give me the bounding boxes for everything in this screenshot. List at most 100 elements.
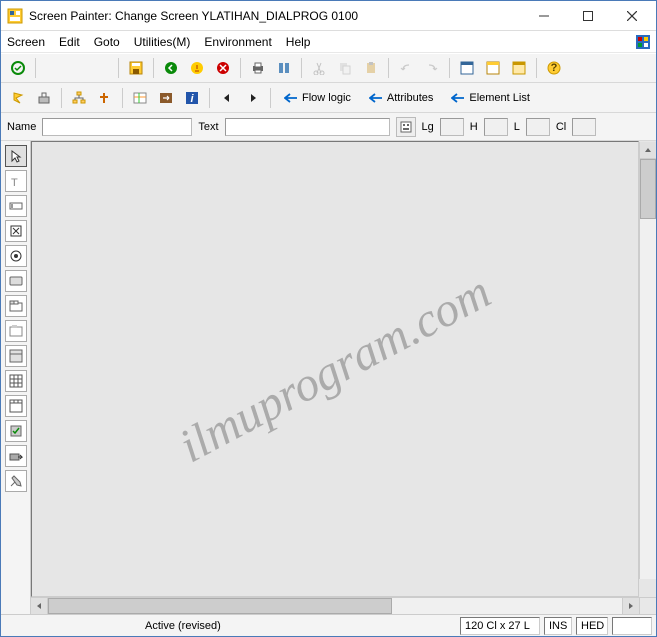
hierarchy-icon[interactable] <box>68 87 90 109</box>
pushbutton-tool[interactable] <box>5 270 27 292</box>
cancel-button[interactable] <box>212 57 234 79</box>
text-input[interactable] <box>225 118 390 136</box>
prev-button[interactable] <box>216 87 238 109</box>
sap-logo <box>636 35 650 49</box>
menu-help[interactable]: Help <box>286 35 311 49</box>
h-input[interactable] <box>484 118 508 136</box>
layout-icon[interactable] <box>129 87 151 109</box>
paste-button[interactable] <box>360 57 382 79</box>
find-button[interactable] <box>273 57 295 79</box>
text-tool[interactable]: T <box>5 170 27 192</box>
main-toolbar: ? <box>1 53 656 83</box>
lg-input[interactable] <box>440 118 464 136</box>
screen-painter-toolbar: i Flow logic Attributes Element List <box>1 83 656 113</box>
enter-button[interactable] <box>7 57 29 79</box>
cut-button[interactable] <box>308 57 330 79</box>
flow-logic-button[interactable]: Flow logic <box>277 87 358 109</box>
attribute-window-icon[interactable] <box>155 87 177 109</box>
element-list-button[interactable]: Element List <box>444 87 537 109</box>
scroll-left-icon[interactable] <box>31 598 48 614</box>
print-button[interactable] <box>247 57 269 79</box>
undo-button[interactable] <box>395 57 417 79</box>
input-field-tool[interactable] <box>5 195 27 217</box>
scroll-right-icon[interactable] <box>622 598 639 614</box>
test-icon[interactable] <box>33 87 55 109</box>
app-window: Screen Painter: Change Screen YLATIHAN_D… <box>0 0 657 637</box>
scroll-up-icon[interactable] <box>640 142 656 159</box>
arrow-left-icon <box>451 93 465 103</box>
window2-button[interactable] <box>482 57 504 79</box>
h-label: H <box>470 121 478 133</box>
redo-button[interactable] <box>421 57 443 79</box>
status-state: Active (revised) <box>139 620 221 632</box>
text-picker-button[interactable] <box>396 117 416 137</box>
tabstrip-tool[interactable] <box>5 295 27 317</box>
help-button[interactable]: ? <box>543 57 565 79</box>
statusbar: Active (revised) 120 Cl x 27 L INS HED <box>1 614 656 636</box>
scroll-thumb-h[interactable] <box>48 598 392 614</box>
delete-tool[interactable] <box>5 470 27 492</box>
save-button[interactable] <box>125 57 147 79</box>
menu-screen[interactable]: Screen <box>7 35 45 49</box>
svg-text:T: T <box>11 177 18 188</box>
window-controls <box>522 2 654 30</box>
exit-button[interactable] <box>186 57 208 79</box>
status-icon-tool[interactable] <box>5 420 27 442</box>
field-bar: Name Text Lg H L Cl <box>1 113 656 141</box>
menubar: Screen Edit Goto Utilities(M) Environmen… <box>1 31 656 53</box>
minimize-button[interactable] <box>522 2 566 30</box>
layout-canvas[interactable]: ilmuprogram.com <box>31 141 639 597</box>
vertical-scrollbar[interactable] <box>639 142 656 579</box>
app-icon <box>7 8 23 24</box>
attributes-label: Attributes <box>387 92 433 104</box>
name-input[interactable] <box>42 118 192 136</box>
custom-control-tool[interactable] <box>5 395 27 417</box>
back-button[interactable] <box>160 57 182 79</box>
attributes-button[interactable]: Attributes <box>362 87 440 109</box>
text-label: Text <box>198 121 218 133</box>
svg-text:?: ? <box>551 62 558 74</box>
l-label: L <box>514 121 520 133</box>
status-extra <box>612 617 652 635</box>
ok-code-tool[interactable] <box>5 445 27 467</box>
flow-logic-label: Flow logic <box>302 92 351 104</box>
name-label: Name <box>7 121 36 133</box>
cl-label: Cl <box>556 121 566 133</box>
lg-label: Lg <box>422 121 434 133</box>
maximize-button[interactable] <box>566 2 610 30</box>
close-button[interactable] <box>610 2 654 30</box>
watermark-text: ilmuprogram.com <box>170 264 499 474</box>
subscreen-tool[interactable] <box>5 345 27 367</box>
l-input[interactable] <box>526 118 550 136</box>
window-title: Screen Painter: Change Screen YLATIHAN_D… <box>29 9 522 23</box>
status-dims: 120 Cl x 27 L <box>460 617 540 635</box>
window3-button[interactable] <box>508 57 530 79</box>
cursor-tool[interactable] <box>5 145 27 167</box>
work-area: T ilmuprogram.com <box>1 141 656 614</box>
dictionary-icon[interactable] <box>94 87 116 109</box>
horizontal-scrollbar[interactable] <box>31 597 656 614</box>
next-button[interactable] <box>242 87 264 109</box>
menu-utilities[interactable]: Utilities(M) <box>134 35 191 49</box>
status-mode: HED <box>576 617 608 635</box>
menu-edit[interactable]: Edit <box>59 35 80 49</box>
menu-environment[interactable]: Environment <box>204 35 271 49</box>
copy-button[interactable] <box>334 57 356 79</box>
menu-goto[interactable]: Goto <box>94 35 120 49</box>
scroll-thumb[interactable] <box>640 159 656 219</box>
cl-input[interactable] <box>572 118 596 136</box>
scroll-corner <box>639 598 656 614</box>
activate-icon[interactable] <box>7 87 29 109</box>
box-tool[interactable] <box>5 320 27 342</box>
element-palette: T <box>1 141 31 614</box>
arrow-left-icon <box>369 93 383 103</box>
info-icon[interactable]: i <box>181 87 203 109</box>
arrow-left-icon <box>284 93 298 103</box>
table-control-tool[interactable] <box>5 370 27 392</box>
element-list-label: Element List <box>469 92 530 104</box>
window1-button[interactable] <box>456 57 478 79</box>
status-ins: INS <box>544 617 572 635</box>
checkbox-tool[interactable] <box>5 220 27 242</box>
titlebar: Screen Painter: Change Screen YLATIHAN_D… <box>1 1 656 31</box>
radio-tool[interactable] <box>5 245 27 267</box>
